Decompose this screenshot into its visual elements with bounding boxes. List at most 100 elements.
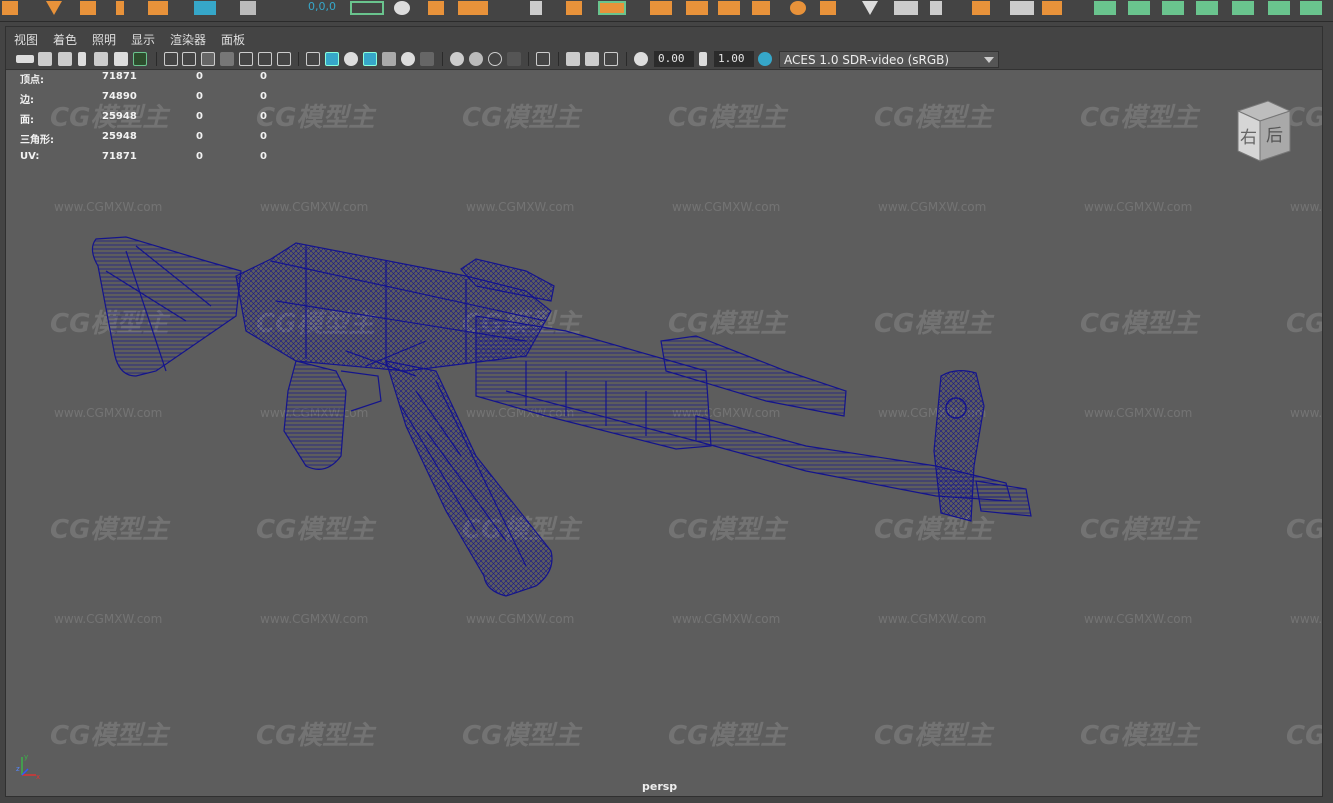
shelf-icon[interactable] xyxy=(1094,1,1116,15)
axis-y-label: y xyxy=(24,753,28,761)
grease-pencil-icon[interactable] xyxy=(114,52,128,66)
xray-icon[interactable] xyxy=(566,52,580,66)
shelf-icon[interactable] xyxy=(650,1,672,15)
hud-value: 0 xyxy=(196,151,203,162)
shelf-icon[interactable] xyxy=(1300,1,1322,15)
shelf-icon[interactable] xyxy=(718,1,740,15)
hud-value: 74890 xyxy=(102,91,137,102)
exposure-icon[interactable] xyxy=(634,52,648,66)
color-management-icon[interactable] xyxy=(758,52,772,66)
2d-pan-zoom-icon[interactable] xyxy=(94,52,108,66)
menu-lighting[interactable]: 照明 xyxy=(92,31,116,48)
shelf-icon[interactable] xyxy=(2,1,18,15)
shelf-icon[interactable] xyxy=(752,1,770,15)
shelf-icon[interactable] xyxy=(1268,1,1290,15)
smooth-shade-icon[interactable] xyxy=(325,52,339,66)
gamma-icon[interactable] xyxy=(699,52,707,66)
image-plane-icon[interactable] xyxy=(78,52,86,66)
xray-active-components-icon[interactable] xyxy=(604,52,618,66)
shelf-icon[interactable] xyxy=(686,1,708,15)
shelf-icon[interactable] xyxy=(598,1,626,15)
hud-value: 0 xyxy=(196,91,203,102)
shelf-icon[interactable] xyxy=(394,1,410,15)
depth-of-field-icon[interactable] xyxy=(507,52,521,66)
color-space-dropdown[interactable]: ACES 1.0 SDR-video (sRGB) xyxy=(779,51,999,68)
shelf-icon[interactable] xyxy=(1042,1,1062,15)
menu-show[interactable]: 显示 xyxy=(131,31,155,48)
gate-mask-icon[interactable] xyxy=(220,52,234,66)
shelf-icon[interactable] xyxy=(862,1,878,15)
shelf-icon[interactable] xyxy=(1010,1,1034,15)
isolate-select-icon[interactable] xyxy=(536,52,550,66)
menu-view[interactable]: 视图 xyxy=(14,31,38,48)
motion-blur-icon[interactable] xyxy=(469,52,483,66)
shelf-icon[interactable] xyxy=(240,1,256,15)
shelf-icon[interactable] xyxy=(350,1,384,15)
3d-viewport[interactable]: CG模型主 www.CGMXW.com CG模型主 www.CGMXW.com CG模型… xyxy=(6,71,1322,796)
hud-value: 0 xyxy=(260,151,267,162)
chevron-down-icon xyxy=(984,57,994,63)
textured-icon[interactable] xyxy=(382,52,396,66)
bookmarks-icon[interactable] xyxy=(58,52,72,66)
multisample-aa-icon[interactable] xyxy=(488,52,502,66)
rifle-stock xyxy=(91,236,242,377)
toolbar-separator xyxy=(298,52,299,66)
shelf-icon[interactable] xyxy=(116,1,124,15)
shelf-icon[interactable] xyxy=(194,1,216,15)
hud-value: 0 xyxy=(196,71,203,82)
hud-value: 71871 xyxy=(102,151,137,162)
shelf-icon[interactable] xyxy=(46,1,62,15)
hud-value: 0 xyxy=(260,91,267,102)
shelf-icon[interactable] xyxy=(80,1,96,15)
shadows-icon[interactable] xyxy=(420,52,434,66)
menu-shading[interactable]: 着色 xyxy=(53,31,77,48)
camera-name-label: persp xyxy=(642,780,678,793)
shelf-icon[interactable] xyxy=(972,1,990,15)
shelf-icon[interactable] xyxy=(894,1,918,15)
wireframe-icon[interactable] xyxy=(306,52,320,66)
toolbar-separator xyxy=(156,52,157,66)
rifle-grip xyxy=(283,360,347,470)
viewcube[interactable]: 右 后 xyxy=(1228,97,1298,167)
menu-renderer[interactable]: 渲染器 xyxy=(170,31,206,48)
wireframe-on-shaded-icon[interactable] xyxy=(363,52,377,66)
camera-attributes-icon[interactable] xyxy=(38,52,52,66)
shelf-icon[interactable] xyxy=(1232,1,1254,15)
rifle-wireframe-model[interactable] xyxy=(6,71,1322,796)
shelf-icon[interactable] xyxy=(1162,1,1184,15)
xray-joints-icon[interactable] xyxy=(585,52,599,66)
safe-action-icon[interactable] xyxy=(258,52,272,66)
axis-gizmo: y z x xyxy=(16,753,40,781)
viewcube-right-face[interactable]: 右 xyxy=(1240,128,1257,148)
toolbar-separator xyxy=(558,52,559,66)
default-material-icon[interactable] xyxy=(344,52,358,66)
viewcube-back-face[interactable]: 后 xyxy=(1266,126,1283,146)
shelf-icon[interactable] xyxy=(458,1,488,15)
screen-space-ao-icon[interactable] xyxy=(450,52,464,66)
shelf-icon[interactable] xyxy=(566,1,582,15)
grease-pencil-active-icon[interactable] xyxy=(133,52,147,66)
use-all-lights-icon[interactable] xyxy=(401,52,415,66)
grid-icon[interactable] xyxy=(164,52,178,66)
toolbar-separator xyxy=(442,52,443,66)
shelf-icon[interactable] xyxy=(530,1,542,15)
shelf-icon[interactable] xyxy=(930,1,942,15)
resolution-gate-icon[interactable] xyxy=(201,52,215,66)
film-gate-icon[interactable] xyxy=(182,52,196,66)
shelf-icon[interactable] xyxy=(790,1,806,15)
shelf-icon[interactable] xyxy=(1128,1,1150,15)
field-chart-icon[interactable] xyxy=(239,52,253,66)
select-camera-icon[interactable] xyxy=(16,55,34,63)
shelf-icon[interactable] xyxy=(820,1,836,15)
hud-label: 面: xyxy=(20,115,34,126)
menu-panels[interactable]: 面板 xyxy=(221,31,245,48)
shelf-icon[interactable] xyxy=(148,1,168,15)
exposure-field[interactable]: 0.00 xyxy=(654,51,694,67)
toolbar-separator xyxy=(528,52,529,66)
hud-value: 0 xyxy=(196,111,203,122)
gamma-field[interactable]: 1.00 xyxy=(714,51,754,67)
shelf-icon[interactable] xyxy=(428,1,444,15)
shelf-icon[interactable] xyxy=(1196,1,1218,15)
hud-value: 25948 xyxy=(102,131,137,142)
safe-title-icon[interactable] xyxy=(277,52,291,66)
